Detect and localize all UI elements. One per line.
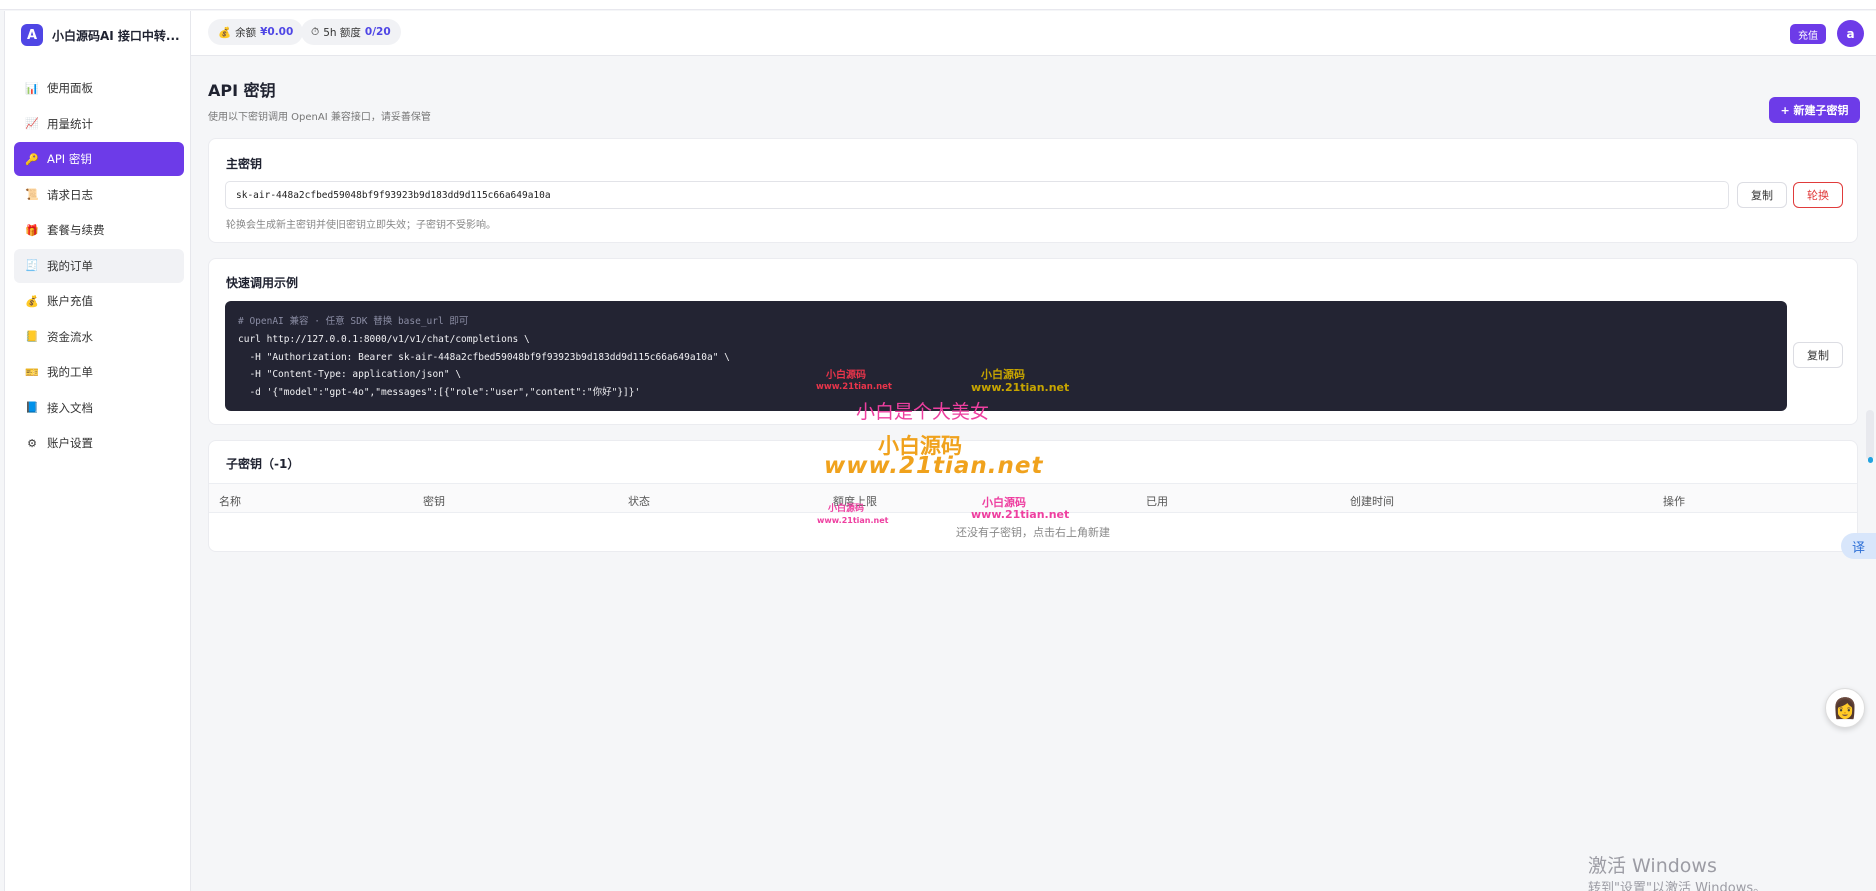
quota-pill: ⏱ 5h 额度 0/20 xyxy=(301,19,401,45)
watermark-small-c-title: 小白源码 xyxy=(828,504,865,514)
balance-label: 余额 xyxy=(235,26,257,39)
top-header: 💰 余额 ¥0.00 ⏱ 5h 额度 0/20 充值 a xyxy=(191,11,1876,56)
sidebar-item-label: 使用面板 xyxy=(47,81,93,95)
assistant-avatar-icon[interactable]: 👩 xyxy=(1825,688,1865,728)
quick-example-title: 快速调用示例 xyxy=(226,276,299,290)
sub-keys-title: 子密钥（-1） xyxy=(226,457,300,471)
scroll-indicator xyxy=(1868,457,1873,463)
code-block: # OpenAI 兼容 · 任意 SDK 替换 base_url 即可 curl … xyxy=(225,301,1787,411)
col-name: 名称 xyxy=(219,495,241,508)
sidebar-item-label: 请求日志 xyxy=(47,187,93,202)
rotate-note: 轮换会生成新主密钥并使旧密钥立即失效；子密钥不受影响。 xyxy=(226,220,496,231)
main-key-field[interactable]: sk-air-448a2cfbed59048bf9f93923b9d183dd9… xyxy=(225,181,1729,209)
scrollbar-track[interactable] xyxy=(1866,410,1874,460)
watermark-small-a-url: www.21tian.net xyxy=(816,382,892,392)
windows-activation-title: 激活 Windows xyxy=(1588,855,1717,877)
brand-name: 小白源码AI 接口中转... xyxy=(52,28,180,43)
sidebar-item-label: 账户充值 xyxy=(47,294,93,308)
key-icon: 🔑 xyxy=(25,152,39,166)
sidebar-item[interactable]: 🎫 我的工单 xyxy=(14,355,184,389)
ledger-icon: 📒 xyxy=(25,330,39,343)
sidebar-item[interactable]: 📜 请求日志 xyxy=(14,178,184,212)
quota-label: 5h 额度 xyxy=(323,26,361,39)
watermark-small-d-url: www.21tian.net xyxy=(971,508,1070,521)
avatar[interactable]: a xyxy=(1837,20,1864,47)
sidebar-item-label: 接入文档 xyxy=(47,400,93,415)
watermark-small-a-title: 小白源码 xyxy=(826,370,866,381)
brand-logo: A xyxy=(21,24,43,46)
timer-icon: ⏱ xyxy=(311,25,320,38)
watermark-small-c-url: www.21tian.net xyxy=(817,516,889,525)
code-line: -H "Authorization: Bearer sk-air-448a2cf… xyxy=(238,351,730,363)
quota-value: 0/20 xyxy=(364,26,391,38)
sidebar-item-label: 我的订单 xyxy=(47,258,93,273)
sidebar-item-label: 资金流水 xyxy=(47,329,93,344)
bar-chart-icon: 📊 xyxy=(25,81,39,95)
sidebar-item-label: 我的工单 xyxy=(47,365,93,379)
receipt-icon: 🧾 xyxy=(25,259,39,272)
balance-value: ¥0.00 xyxy=(260,26,294,38)
code-line: curl http://127.0.0.1:8000/v1/v1/chat/co… xyxy=(238,333,530,345)
sidebar-item-label: 套餐与续费 xyxy=(47,223,105,237)
balance-pill: 💰 余额 ¥0.00 xyxy=(208,19,304,45)
page-title: API 密钥 xyxy=(208,81,276,100)
recharge-button[interactable]: 充值 xyxy=(1790,24,1826,44)
sidebar-item[interactable]: 📒 资金流水 xyxy=(14,320,184,354)
sidebar-item[interactable]: 📊 使用面板 xyxy=(14,71,184,105)
watermark-small-b-title: 小白源码 xyxy=(981,368,1025,381)
empty-state: 还没有子密钥，点击右上角新建 xyxy=(956,526,1110,539)
top-strip xyxy=(0,0,1876,10)
sidebar-item[interactable]: ⚙ 账户设置 xyxy=(14,426,184,460)
watermark-small-b-url: www.21tian.net xyxy=(971,381,1070,394)
col-key: 密钥 xyxy=(423,495,445,508)
sidebar-item-label: 用量统计 xyxy=(47,116,93,131)
page-description: 使用以下密钥调用 OpenAI 兼容接口，请妥善保管 xyxy=(208,112,431,123)
line-chart-icon: 📈 xyxy=(25,117,39,130)
sidebar-item[interactable]: 📈 用量统计 xyxy=(14,107,184,141)
brand[interactable]: A 小白源码AI 接口中转... xyxy=(21,24,180,46)
copy-code-button[interactable]: 复制 xyxy=(1793,342,1843,368)
windows-activation-hint: 转到"设置"以激活 Windows。 xyxy=(1588,881,1767,891)
gift-icon: 🎁 xyxy=(25,223,39,237)
sidebar-item[interactable]: 🧾 我的订单 xyxy=(14,248,184,283)
main-key-card: 主密钥 sk-air-448a2cfbed59048bf9f93923b9d18… xyxy=(208,138,1858,243)
money-bag-icon: 💰 xyxy=(25,294,39,308)
ticket-icon: 🎫 xyxy=(25,365,39,379)
money-bag-icon: 💰 xyxy=(218,26,232,39)
sidebar-item[interactable]: 🔑 API 密钥 xyxy=(14,142,184,176)
quick-example-card: 快速调用示例 # OpenAI 兼容 · 任意 SDK 替换 base_url … xyxy=(208,258,1858,425)
scroll-icon: 📜 xyxy=(25,188,39,201)
sidebar-item[interactable]: 🎁 套餐与续费 xyxy=(14,213,184,247)
rotate-key-button[interactable]: 轮换 xyxy=(1793,182,1843,208)
book-icon: 📘 xyxy=(25,401,39,414)
watermark-big-url: www.21tian.net xyxy=(824,453,1044,479)
col-actions: 操作 xyxy=(1663,495,1685,508)
copy-key-button[interactable]: 复制 xyxy=(1737,182,1787,208)
watermark-slogan: 小白是个大美女 xyxy=(856,401,990,423)
col-used: 已用 xyxy=(1146,495,1168,508)
main-key-title: 主密钥 xyxy=(226,157,263,171)
sidebar-item[interactable]: 📘 接入文档 xyxy=(14,391,184,425)
sidebar-nav: 📊 使用面板 📈 用量统计 🔑 API 密钥 📜 请求日志 🎁 套餐与续费 🧾 我的订单 💰 账户充值 📒 资… xyxy=(14,71,184,462)
gear-icon: ⚙ xyxy=(27,436,37,450)
sidebar: A 小白源码AI 接口中转... 📊 使用面板 📈 用量统计 🔑 API 密钥 📜 请求日志 🎁… xyxy=(4,11,191,891)
col-status: 状态 xyxy=(628,495,650,508)
sidebar-item-label: 账户设置 xyxy=(47,436,93,450)
col-created: 创建时间 xyxy=(1350,495,1394,508)
new-sub-key-button[interactable]: + 新建子密钥 xyxy=(1769,97,1860,123)
code-comment: # OpenAI 兼容 · 任意 SDK 替换 base_url 即可 xyxy=(238,316,469,327)
sidebar-item-label: API 密钥 xyxy=(47,152,92,166)
sidebar-item[interactable]: 💰 账户充值 xyxy=(14,284,184,318)
translate-button[interactable]: 译 xyxy=(1841,533,1876,559)
